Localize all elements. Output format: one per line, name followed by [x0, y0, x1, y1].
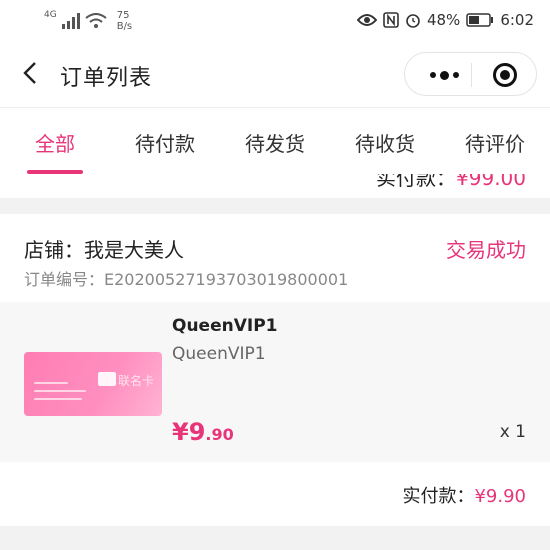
alarm-icon: [406, 14, 420, 28]
shop-name: 店铺：我是大美人: [24, 238, 184, 262]
tab-label: 待评价: [465, 132, 525, 156]
status-right: 48% 6:02: [356, 11, 534, 29]
thumb-card-name: 联名卡: [118, 374, 155, 388]
clock: 6:02: [500, 11, 534, 29]
nfc-icon: [383, 12, 399, 28]
capsule-divider: [471, 63, 472, 87]
battery-icon: [466, 13, 494, 27]
order-tabs: 全部 待付款 待发货 待收货 待评价: [0, 108, 550, 174]
close-miniprogram-button[interactable]: [475, 53, 535, 97]
tab-label: 待收货: [355, 132, 415, 156]
thumb-line: [34, 398, 82, 400]
paid-label: 实付款：: [402, 486, 475, 507]
nav-bar: 订单列表: [0, 40, 550, 108]
order-number: 订单编号：E20200527193703019800001: [24, 270, 349, 289]
product-price: ¥9.90: [172, 418, 234, 446]
product-spec: QueenVIP1: [172, 344, 266, 364]
previous-order-footer: 实付款：¥99.00: [0, 174, 550, 198]
price-integer: ¥9: [172, 418, 206, 446]
price-decimal: .90: [205, 425, 234, 444]
product-name: QueenVIP1: [172, 316, 278, 336]
status-left: 4G 75 B/s: [44, 10, 132, 32]
page-title: 订单列表: [60, 66, 153, 91]
speed-unit: B/s: [116, 21, 133, 32]
status-bar: 4G 75 B/s 48% 6:02: [0, 0, 550, 40]
paid-value: ¥99.00: [456, 174, 526, 190]
tab-pending-review[interactable]: 待评价: [440, 108, 550, 174]
back-button[interactable]: [18, 60, 44, 86]
network-speed: 75 B/s: [117, 10, 132, 32]
battery-percent: 48%: [426, 11, 461, 29]
tab-label: 待付款: [135, 132, 195, 156]
eye-icon: [356, 14, 377, 26]
product-row[interactable]: 联名卡 QueenVIP1 QueenVIP1 ¥9.90 x 1: [0, 302, 550, 462]
speed-value: 75: [116, 10, 130, 21]
thumb-badge: [98, 372, 116, 386]
tab-pending-receipt[interactable]: 待收货: [330, 108, 440, 174]
signal-icon: [61, 13, 80, 29]
more-dot-icon: [439, 70, 449, 80]
tab-pending-payment[interactable]: 待付款: [110, 108, 220, 174]
previous-paid-amount: 实付款：¥99.00: [376, 174, 526, 191]
thumb-line: [34, 390, 86, 392]
tab-pending-shipment[interactable]: 待发货: [220, 108, 330, 174]
chevron-left-icon: [23, 62, 36, 84]
order-paid-amount: 实付款：¥9.90: [402, 482, 526, 508]
product-quantity: x 1: [499, 422, 526, 442]
more-dot-icon: [452, 72, 459, 78]
order-status: 交易成功: [446, 238, 526, 262]
order-card[interactable]: 店铺：我是大美人 交易成功 订单编号：E20200527193703019800…: [0, 214, 550, 526]
more-dot-icon: [429, 72, 436, 78]
target-icon: [493, 63, 517, 87]
product-thumbnail: 联名卡: [24, 352, 162, 416]
tab-label: 待发货: [245, 132, 305, 156]
paid-label: 实付款：: [376, 174, 457, 190]
paid-value: ¥9.90: [474, 486, 526, 507]
thumb-line: [34, 382, 68, 384]
tab-label: 全部: [35, 132, 75, 156]
tab-all[interactable]: 全部: [0, 108, 110, 174]
wifi-icon: [85, 13, 107, 28]
network-type: 4G: [44, 10, 57, 20]
miniprogram-capsule: [404, 52, 537, 96]
more-button[interactable]: [419, 53, 469, 97]
